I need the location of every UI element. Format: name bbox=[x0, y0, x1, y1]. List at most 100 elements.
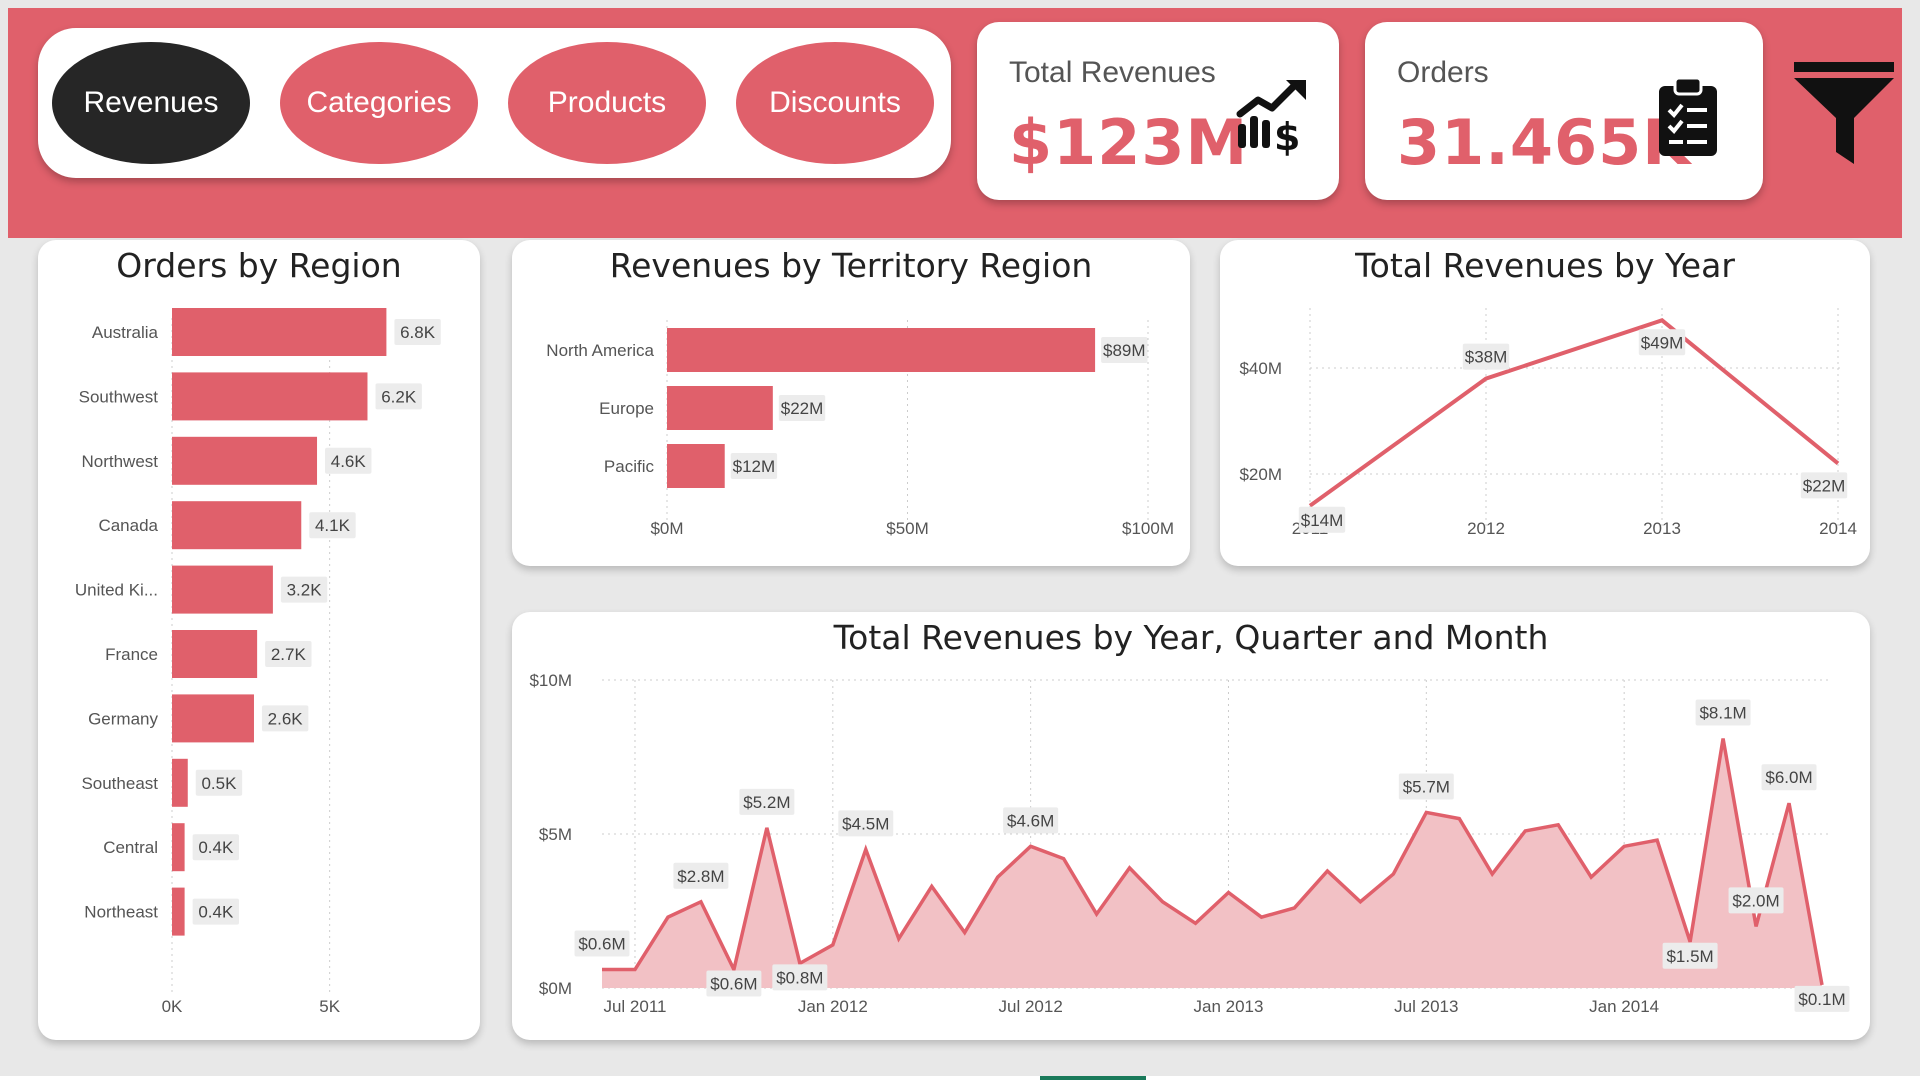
clipboard-checklist-icon bbox=[1659, 76, 1717, 156]
nav-button-discounts[interactable]: Discounts bbox=[736, 42, 934, 164]
data-label: $2.8M bbox=[677, 867, 724, 886]
revenue-chart-dollar-icon: $ bbox=[1236, 80, 1306, 156]
data-label: $38M bbox=[1465, 348, 1508, 367]
category-label: Canada bbox=[98, 516, 158, 535]
data-label: $4.5M bbox=[842, 814, 889, 833]
x-tick-label: $50M bbox=[886, 519, 929, 538]
data-label: 6.8K bbox=[400, 323, 436, 342]
data-label: 2.6K bbox=[268, 709, 304, 728]
x-tick-label: Jan 2014 bbox=[1589, 997, 1659, 1016]
data-label: $22M bbox=[781, 399, 824, 418]
bar bbox=[172, 436, 318, 485]
data-label: $5.7M bbox=[1403, 777, 1450, 796]
panel-revenues-by-territory: Revenues by Territory Region $0M $50M $100… bbox=[512, 240, 1190, 566]
kpi-card-orders: Orders 31.465K bbox=[1365, 22, 1763, 200]
category-label: Australia bbox=[92, 323, 159, 342]
data-label: 4.1K bbox=[315, 516, 351, 535]
x-tick-label: $100M bbox=[1122, 519, 1174, 538]
data-label: $8.1M bbox=[1699, 704, 1746, 723]
data-label: $49M bbox=[1641, 333, 1684, 352]
category-label: Southeast bbox=[81, 774, 158, 793]
x-tick-label: 2013 bbox=[1643, 519, 1681, 538]
x-tick-label: Jul 2013 bbox=[1394, 997, 1458, 1016]
category-label: North America bbox=[546, 341, 654, 360]
data-label: $1.5M bbox=[1666, 947, 1713, 966]
funnel-filter-icon[interactable] bbox=[1792, 58, 1896, 166]
category-label: Northwest bbox=[81, 452, 158, 471]
nav-button-categories[interactable]: Categories bbox=[280, 42, 478, 164]
nav-button-revenues[interactable]: Revenues bbox=[52, 42, 250, 164]
x-tick-label: 5K bbox=[319, 997, 340, 1016]
kpi-label: Total Revenues bbox=[1009, 56, 1216, 89]
category-label: Northeast bbox=[84, 903, 158, 922]
category-label: United Ki... bbox=[75, 581, 158, 600]
category-label: France bbox=[105, 645, 158, 664]
page-navigation: Revenues Categories Products Discounts bbox=[38, 28, 951, 178]
data-label: $4.6M bbox=[1007, 811, 1054, 830]
revenues-by-year-chart: $20M$40M2011201220132014$14M$38M$49M$22M bbox=[1239, 308, 1857, 538]
bar bbox=[172, 308, 387, 356]
bar bbox=[172, 758, 188, 807]
series-area bbox=[602, 738, 1822, 988]
data-label: $89M bbox=[1103, 341, 1146, 360]
nav-button-products[interactable]: Products bbox=[508, 42, 706, 164]
revenues-by-territory-chart: $0M $50M $100M North America $89M Europe $22M P… bbox=[546, 320, 1174, 538]
bar bbox=[172, 694, 254, 743]
y-tick-label: $40M bbox=[1239, 359, 1282, 378]
page-tab-strip bbox=[0, 1076, 1920, 1080]
x-tick-label: Jan 2012 bbox=[798, 997, 868, 1016]
category-label: Pacific bbox=[604, 457, 655, 476]
x-tick-label: $0M bbox=[650, 519, 683, 538]
kpi-label: Orders bbox=[1397, 56, 1489, 89]
x-tick-label: Jul 2012 bbox=[999, 997, 1063, 1016]
orders-by-region-chart: 0K 5K Australia 6.8K Southwest 6.2K Northwest 4… bbox=[75, 308, 441, 1016]
svg-text:$: $ bbox=[1274, 115, 1300, 156]
x-tick-label: 2012 bbox=[1467, 519, 1505, 538]
data-label: $0.6M bbox=[578, 935, 625, 954]
category-label: Southwest bbox=[79, 387, 159, 406]
bar bbox=[667, 328, 1096, 372]
y-tick-label: $10M bbox=[529, 671, 572, 690]
category-label: Germany bbox=[88, 709, 158, 728]
active-page-tab[interactable] bbox=[1040, 1076, 1146, 1080]
data-label: $0.8M bbox=[776, 968, 823, 987]
data-label: $22M bbox=[1803, 476, 1846, 495]
data-label: 0.4K bbox=[198, 903, 234, 922]
data-label: 0.5K bbox=[201, 774, 237, 793]
bar bbox=[172, 630, 258, 678]
revenues-by-month-chart: $0M $5M $10M Jul 2011 Jan 2012 Jul 2012 Jan 20… bbox=[529, 671, 1850, 1016]
data-label: $0.6M bbox=[710, 975, 757, 994]
data-label: $5.2M bbox=[743, 793, 790, 812]
x-tick-label: Jan 2013 bbox=[1194, 997, 1264, 1016]
data-label: 4.6K bbox=[331, 452, 367, 471]
bar bbox=[172, 501, 302, 550]
bar bbox=[667, 386, 773, 430]
kpi-card-total-revenues: Total Revenues $123M $ bbox=[977, 22, 1339, 200]
kpi-value: $123M bbox=[1009, 106, 1249, 179]
data-label: 3.2K bbox=[287, 581, 323, 600]
panel-revenues-by-month: Total Revenues by Year, Quarter and Mont… bbox=[512, 612, 1870, 1040]
kpi-value: 31.465K bbox=[1397, 106, 1692, 179]
category-label: Central bbox=[103, 838, 158, 857]
bar bbox=[667, 444, 725, 488]
bar bbox=[172, 887, 185, 936]
data-label: $12M bbox=[733, 457, 776, 476]
y-tick-label: $5M bbox=[539, 825, 572, 844]
data-label: $6.0M bbox=[1765, 768, 1812, 787]
data-label: $2.0M bbox=[1732, 891, 1779, 910]
data-label: 0.4K bbox=[198, 838, 234, 857]
data-label: 2.7K bbox=[271, 645, 307, 664]
series-line bbox=[1308, 318, 1840, 508]
category-label: Europe bbox=[599, 399, 654, 418]
panel-orders-by-region: Orders by Region 0K 5K Australia 6.8K Southw… bbox=[38, 240, 480, 1040]
y-tick-label: $20M bbox=[1239, 465, 1282, 484]
bar bbox=[172, 372, 368, 421]
data-label: $0.1M bbox=[1798, 990, 1845, 1009]
bar bbox=[172, 823, 185, 872]
x-tick-label: Jul 2011 bbox=[603, 997, 666, 1016]
data-label: 6.2K bbox=[381, 387, 417, 406]
y-tick-label: $0M bbox=[539, 979, 572, 998]
bar bbox=[172, 565, 273, 614]
x-tick-label: 0K bbox=[162, 997, 183, 1016]
panel-revenues-by-year: Total Revenues by Year $20M$40M201120122… bbox=[1220, 240, 1870, 566]
